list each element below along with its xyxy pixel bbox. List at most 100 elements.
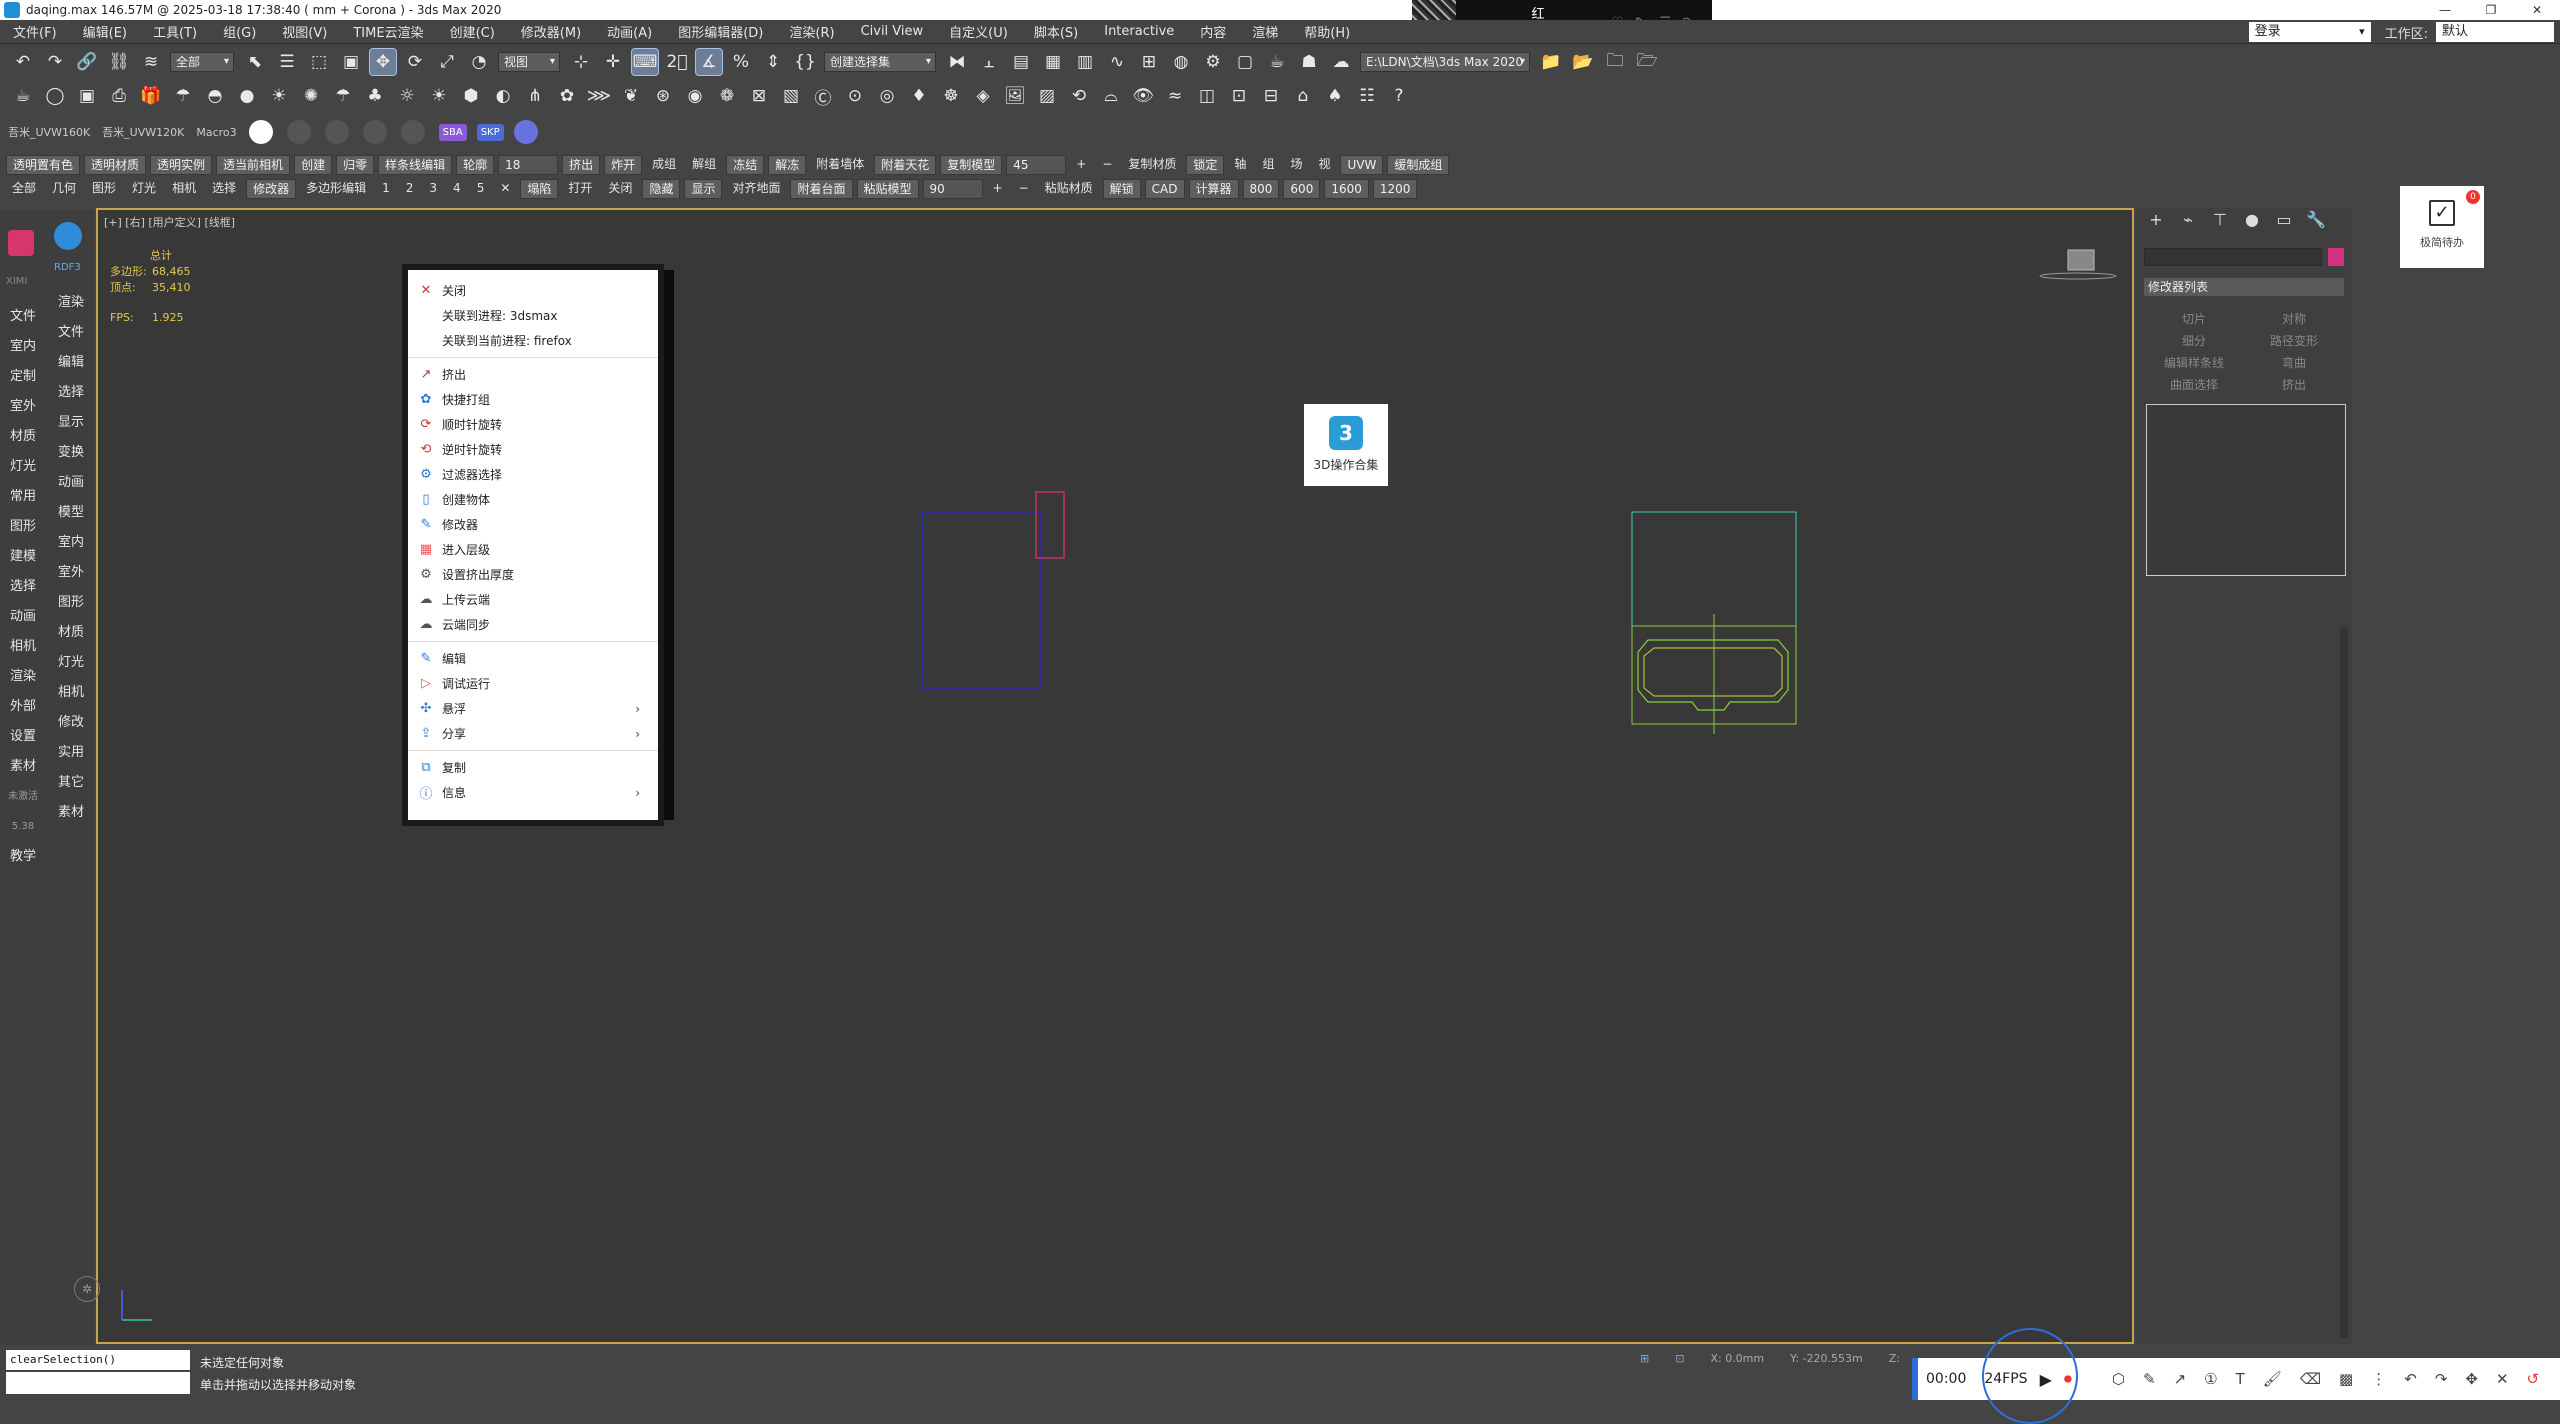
command-button[interactable]: 1 [376, 179, 396, 199]
mirror-icon[interactable]: ⧓ [944, 49, 970, 75]
redo-icon[interactable]: ↷ [42, 49, 68, 75]
window-crossing-icon[interactable]: ▣ [338, 49, 364, 75]
ctx-assoc-process[interactable]: 关联到进程: 3dsmax [408, 303, 658, 328]
command-button[interactable]: 选择 [206, 179, 242, 199]
menu-animation[interactable]: 动画(A) [594, 22, 665, 41]
bind-space-warp-icon[interactable]: ≋ [138, 49, 164, 75]
left-tool-item[interactable]: 相机 [48, 678, 94, 708]
menu-edit[interactable]: 编辑(E) [70, 22, 140, 41]
ctx-menu-item[interactable]: ⓘ 信息 › [408, 780, 658, 805]
left-tool-item[interactable]: 图形 [0, 512, 46, 542]
ctx-menu-item[interactable]: ▯ 创建物体 [408, 487, 658, 512]
viewport-settings-icon[interactable]: ✲ [74, 1276, 100, 1302]
command-button[interactable]: 创建 [294, 155, 333, 175]
left-tool-item[interactable]: 灯光 [48, 648, 94, 678]
rdf-logo-icon[interactable] [54, 222, 82, 250]
text-tool-icon[interactable]: T [2236, 1370, 2245, 1388]
undo-tool-icon[interactable]: ↶ [2404, 1370, 2417, 1388]
command-button[interactable]: 透当前相机 [216, 155, 291, 175]
command-button[interactable]: 90 [922, 179, 983, 199]
project-save-icon[interactable]: 🗀 [1602, 49, 1628, 75]
plant-icon[interactable]: ❦ [618, 83, 644, 109]
left-tool-item[interactable]: 渲染 [0, 662, 46, 692]
pen-tool-icon[interactable]: ✎ [2143, 1370, 2156, 1388]
left-tool-item[interactable]: 教学 [0, 842, 46, 872]
command-button[interactable]: 归零 [336, 155, 375, 175]
left-tool-item[interactable]: 素材 [0, 752, 46, 782]
macro-uvw160[interactable]: 吾米_UVW160K [8, 124, 90, 140]
edit-named-sets-icon[interactable]: {} [792, 49, 818, 75]
physical-camera-icon[interactable]: ◎ [874, 83, 900, 109]
ctx-menu-item[interactable]: ▦ 进入层级 [408, 537, 658, 562]
command-button[interactable]: 挤出 [562, 155, 601, 175]
hierarchy-tab-icon[interactable]: ⊤ [2208, 210, 2232, 232]
omni-light-icon[interactable]: ♦ [906, 83, 932, 109]
project-new-icon[interactable]: 🗁 [1634, 49, 1660, 75]
left-tool-item[interactable]: 室外 [48, 558, 94, 588]
command-button[interactable]: 复制材质 [1122, 155, 1182, 175]
layer-explorer-icon[interactable]: ▦ [1040, 49, 1066, 75]
render-element-icon[interactable]: ⊠ [746, 83, 772, 109]
gift-icon[interactable]: 🎁 [138, 83, 164, 109]
utilities-tab-icon[interactable]: 🔧 [2304, 210, 2328, 232]
left-tool-item[interactable]: 室内 [0, 332, 46, 362]
ximi-logo-icon[interactable] [8, 230, 34, 256]
modifier-shortcut-button[interactable]: 曲面选择 [2144, 374, 2244, 396]
left-tool-item[interactable]: 室外 [0, 392, 46, 422]
left-tool-item[interactable]: 外部 [0, 692, 46, 722]
left-tool-item[interactable]: 建模 [0, 542, 46, 572]
panel-scrollbar[interactable] [2340, 628, 2348, 1338]
plugin-icon-a[interactable] [286, 120, 311, 144]
modifier-list-dropdown[interactable]: 修改器列表 [2144, 278, 2344, 296]
command-button[interactable]: 600 [1283, 179, 1321, 199]
command-button[interactable]: 粘贴材质 [1039, 179, 1099, 199]
bulb-icon[interactable]: ☀ [266, 83, 292, 109]
redo-tool-icon[interactable]: ↷ [2435, 1370, 2448, 1388]
plugin-icon-b[interactable] [324, 120, 349, 144]
command-button[interactable]: 相机 [166, 179, 202, 199]
motion-tab-icon[interactable]: ● [2240, 210, 2264, 232]
command-button[interactable]: 关闭 [602, 179, 638, 199]
command-button[interactable]: 透明实例 [150, 155, 213, 175]
command-button[interactable]: 45 [1006, 155, 1067, 175]
render-production-icon[interactable]: ☕ [1264, 49, 1290, 75]
rect-selection-icon[interactable]: ⬚ [306, 49, 332, 75]
arrow-tool-icon[interactable]: ↗ [2174, 1370, 2187, 1388]
left-tool-item[interactable]: 素材 [48, 798, 94, 828]
ctx-menu-item[interactable]: ⧉ 复制 [408, 755, 658, 780]
command-button[interactable]: 1200 [1372, 179, 1418, 199]
command-button[interactable]: + [1070, 155, 1092, 175]
menu-rendering[interactable]: 渲染(R) [776, 22, 847, 41]
command-button[interactable]: 样条线编辑 [378, 155, 453, 175]
todo-widget[interactable]: 0 ✓ 极简待办 [2400, 186, 2484, 268]
y-value[interactable]: -220.553m [1803, 1352, 1863, 1365]
menu-content[interactable]: 内容 [1187, 22, 1239, 41]
isolate-icon[interactable]: ⊞ [1640, 1352, 1649, 1365]
command-button[interactable]: 显示 [684, 179, 723, 199]
project-folder-dropdown[interactable]: E:\LDN\文档\3ds Max 2020 [1360, 52, 1530, 72]
command-button[interactable]: CAD [1144, 179, 1185, 199]
project-folder-icon[interactable]: 📁 [1538, 49, 1564, 75]
curve-editor-icon[interactable]: ∿ [1104, 49, 1130, 75]
keyboard-shortcut-override-icon[interactable]: ⌨ [631, 48, 659, 76]
skp-badge[interactable]: SKP [476, 123, 504, 141]
command-button[interactable]: 几何 [46, 179, 82, 199]
ctx-menu-item[interactable]: ✎ 编辑 [408, 646, 658, 671]
close-window-button[interactable]: ✕ [2514, 0, 2560, 20]
ctx-menu-item[interactable]: ☁ 云端同步 [408, 612, 658, 637]
dome-light-icon[interactable]: ◓ [202, 83, 228, 109]
command-button[interactable]: 场 [1284, 155, 1308, 175]
converter-icon[interactable]: ⟲ [1066, 83, 1092, 109]
select-manipulate-icon[interactable]: ✛ [600, 49, 626, 75]
sun-icon[interactable]: ☼ [394, 83, 420, 109]
command-button[interactable]: 冻结 [726, 155, 765, 175]
command-button[interactable]: 透明材质 [84, 155, 147, 175]
left-tool-item[interactable]: 动画 [48, 468, 94, 498]
modify-tab-icon[interactable]: ⌁ [2176, 210, 2200, 232]
fog-icon[interactable]: ≈ [1162, 83, 1188, 109]
grass-icon[interactable]: ⋙ [586, 83, 612, 109]
command-button[interactable]: 18 [498, 155, 559, 175]
menu-tools[interactable]: 工具(T) [140, 22, 210, 41]
command-button[interactable]: 解组 [686, 155, 722, 175]
left-tool-item[interactable]: 设置 [0, 722, 46, 752]
